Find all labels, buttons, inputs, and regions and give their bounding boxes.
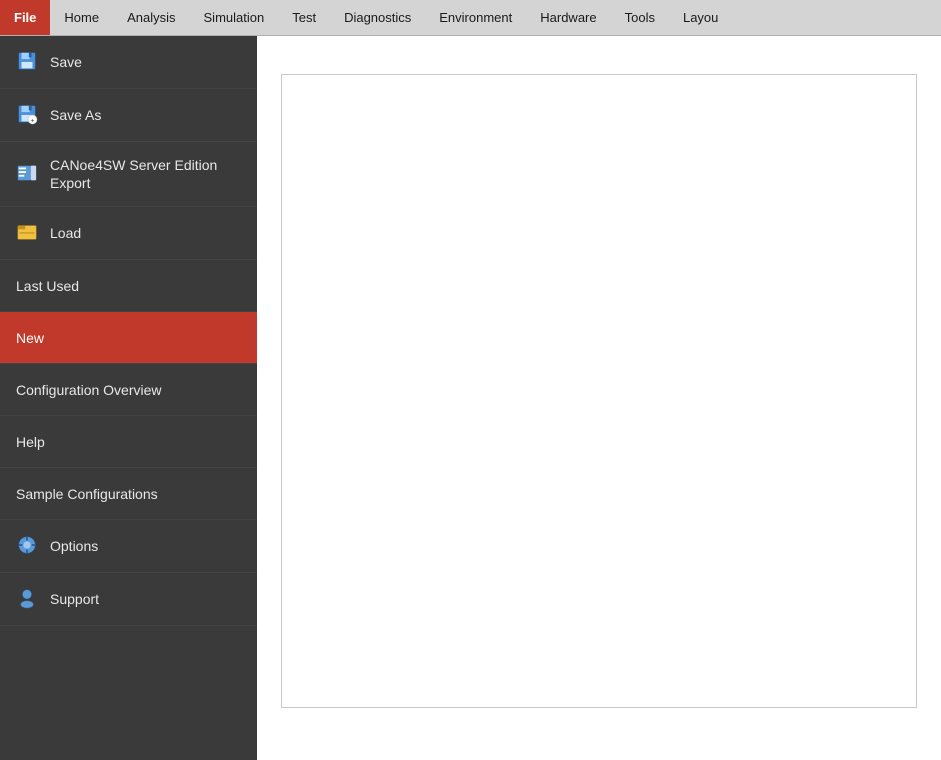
sidebar-item-save[interactable]: Save — [0, 36, 257, 89]
menu-item-hardware[interactable]: Hardware — [526, 0, 610, 35]
sidebar-item-label: New — [16, 329, 44, 347]
sidebar-item-configuration-overview[interactable]: Configuration Overview — [0, 364, 257, 416]
sidebar-item-help[interactable]: Help — [0, 416, 257, 468]
sidebar-item-last-used[interactable]: Last Used — [0, 260, 257, 312]
sidebar-item-label: Support — [50, 590, 99, 608]
main-layout: Save + Save As CANoe4SW Server Edition Expo… — [0, 36, 941, 760]
menu-item-tools[interactable]: Tools — [611, 0, 669, 35]
sidebar-item-label: CANoe4SW Server Edition Export — [50, 156, 241, 192]
sidebar-item-save-as[interactable]: + Save As — [0, 89, 257, 142]
sidebar-item-label: Save As — [50, 106, 101, 124]
menu-item-layou[interactable]: Layou — [669, 0, 732, 35]
menu-item-home[interactable]: Home — [50, 0, 113, 35]
menu-item-analysis[interactable]: Analysis — [113, 0, 189, 35]
content-area — [257, 36, 941, 760]
menu-item-test[interactable]: Test — [278, 0, 330, 35]
menu-bar: FileHomeAnalysisSimulationTestDiagnostic… — [0, 0, 941, 36]
sidebar-icon-export — [16, 162, 40, 186]
menu-item-file[interactable]: File — [0, 0, 50, 35]
sidebar-icon-save-as: + — [16, 103, 40, 127]
sidebar-item-canoe4sw-server-edition-export[interactable]: CANoe4SW Server Edition Export — [0, 142, 257, 207]
sidebar-icon-options — [16, 534, 40, 558]
menu-item-diagnostics[interactable]: Diagnostics — [330, 0, 425, 35]
sidebar-item-load[interactable]: Load — [0, 207, 257, 260]
sidebar-item-sample-configurations[interactable]: Sample Configurations — [0, 468, 257, 520]
sidebar-item-new[interactable]: New — [0, 312, 257, 364]
menu-item-environment[interactable]: Environment — [425, 0, 526, 35]
sidebar-icon-load — [16, 221, 40, 245]
sidebar-item-label: Configuration Overview — [16, 381, 162, 399]
svg-text:+: + — [31, 117, 35, 124]
sidebar-item-label: Last Used — [16, 277, 79, 295]
template-list[interactable] — [281, 74, 917, 708]
sidebar-item-options[interactable]: Options — [0, 520, 257, 573]
sidebar-icon-support — [16, 587, 40, 611]
sidebar-item-label: Options — [50, 537, 98, 555]
sidebar-item-label: Save — [50, 53, 82, 71]
menu-item-simulation[interactable]: Simulation — [190, 0, 279, 35]
sidebar: Save + Save As CANoe4SW Server Edition Expo… — [0, 36, 257, 760]
sidebar-item-label: Help — [16, 433, 45, 451]
sidebar-item-label: Sample Configurations — [16, 485, 158, 503]
sidebar-icon-save — [16, 50, 40, 74]
sidebar-item-label: Load — [50, 224, 81, 242]
sidebar-item-support[interactable]: Support — [0, 573, 257, 626]
